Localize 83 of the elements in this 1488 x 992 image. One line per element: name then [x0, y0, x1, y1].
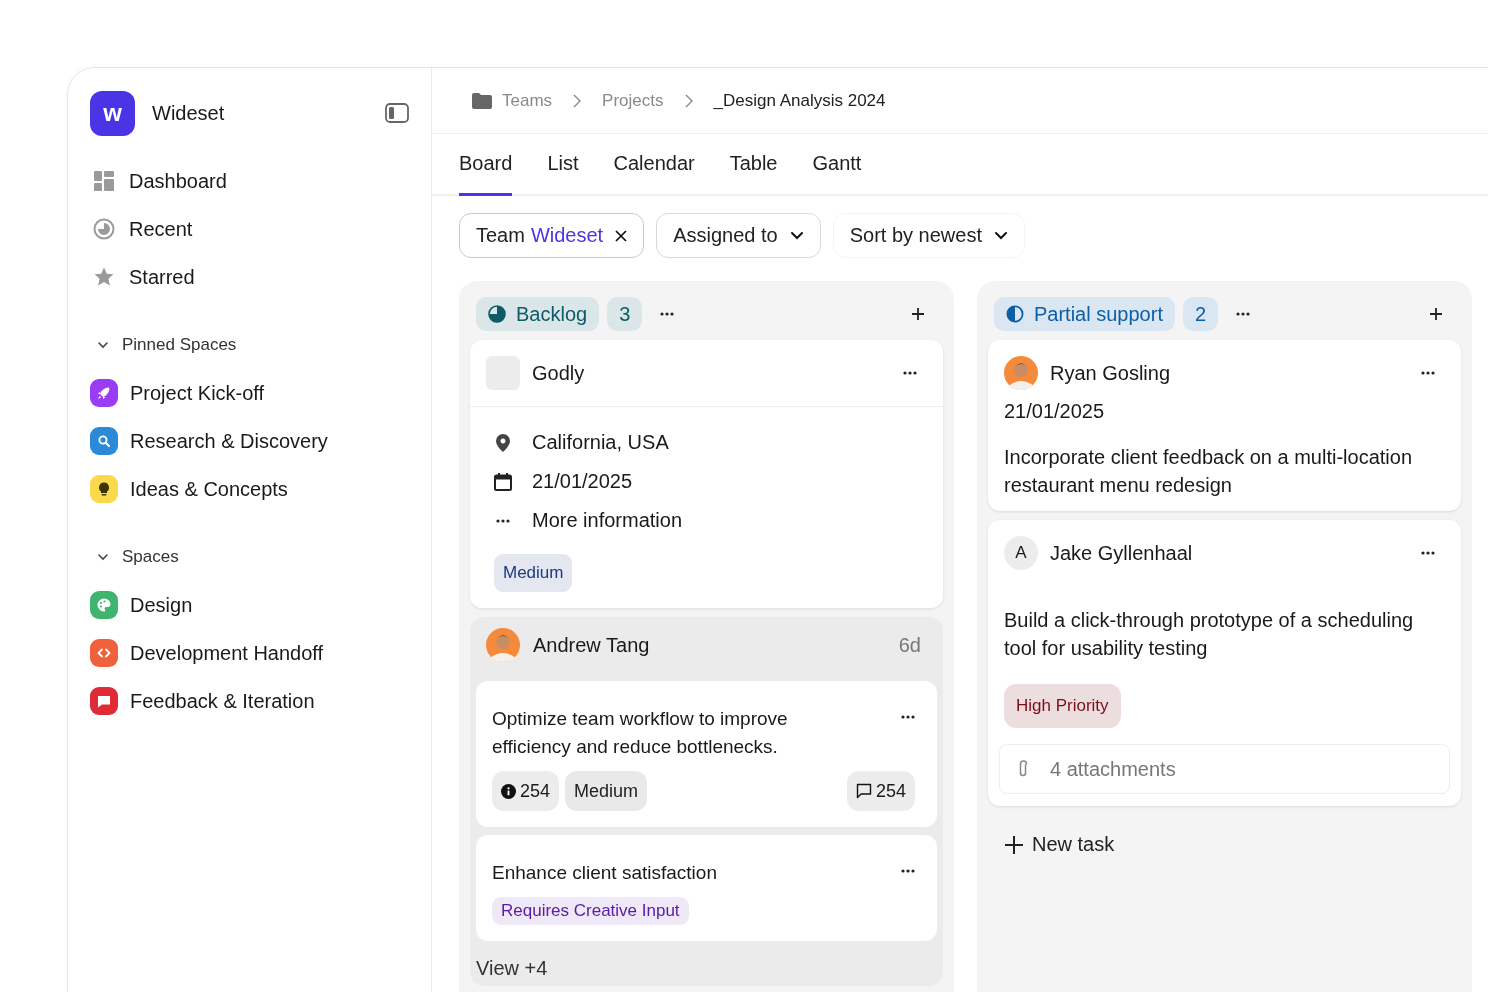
more-icon[interactable]	[660, 312, 675, 316]
add-icon[interactable]	[1429, 307, 1443, 321]
dashboard-icon	[93, 171, 115, 191]
more-icon[interactable]	[903, 371, 917, 375]
status-label: Backlog	[476, 297, 600, 331]
view-tab[interactable]: Gantt	[812, 134, 862, 196]
more-icon[interactable]	[1421, 371, 1435, 375]
half-circle-icon	[1006, 305, 1024, 323]
priority-tag: Medium	[494, 554, 573, 592]
comment-icon	[855, 783, 872, 799]
close-icon[interactable]	[615, 229, 628, 242]
age-label: 6d	[898, 633, 921, 657]
sidebar-toggle-icon[interactable]	[385, 103, 409, 123]
task-description: Build a click-through prototype of a scheduling tool for usability testing	[1004, 608, 1415, 661]
section-toggle[interactable]: Pinned Spaces	[90, 321, 409, 369]
task-title: Enhance client satisfaction	[492, 861, 717, 885]
status-label: Partial support	[994, 297, 1175, 331]
nav-item[interactable]: Recent	[90, 205, 409, 253]
detail-text: 21/01/2025	[532, 470, 633, 493]
comment-count: 254	[846, 771, 915, 811]
info-icon	[501, 783, 516, 799]
plus-icon	[1004, 834, 1024, 855]
breadcrumb-link[interactable]: _Design Analysis 2024	[713, 90, 886, 111]
pin-icon	[494, 433, 512, 452]
due-date: 21/01/2025	[1003, 400, 1106, 423]
space-item[interactable]: Research & Discovery	[90, 417, 409, 465]
space-item[interactable]: Design	[90, 581, 409, 629]
task-card[interactable]: Optimize team workflow to improve efficiency and reduce bottlenecks. 254 Medium 254	[476, 681, 937, 827]
attachments-bar[interactable]: 4 attachments	[999, 744, 1450, 794]
view-tab[interactable]: Calendar	[613, 134, 695, 196]
avatar: A	[1004, 536, 1038, 570]
view-tab[interactable]: Table	[729, 134, 778, 196]
space-item[interactable]: Feedback & Iteration	[90, 677, 409, 725]
task-card[interactable]: A Jake Gyllenhaal Build a click-through prototype of a scheduling tool for usability testing High Priority 4 attachments	[988, 520, 1461, 806]
more-icon[interactable]	[1421, 551, 1435, 555]
sort-dropdown[interactable]: Sort by newest	[832, 213, 1025, 258]
filter-chip[interactable]: Team Wideset	[459, 213, 645, 258]
new-task-button[interactable]: New task	[988, 815, 1131, 874]
filter-dropdown[interactable]: Assigned to	[656, 213, 821, 258]
chevron-right-icon	[683, 92, 694, 109]
count-badge: 2	[1182, 297, 1219, 331]
folder-icon	[472, 92, 492, 109]
chevron-down-icon	[993, 230, 1008, 241]
count-badge: 3	[607, 297, 643, 331]
task-card[interactable]: Enhance client satisfaction Requires Creative Input	[476, 835, 937, 941]
assignee-name: Andrew Tang	[533, 633, 650, 657]
task-description: Incorporate client feedback on a multi-location restaurant menu redesign	[1004, 445, 1413, 498]
space-item[interactable]: Project Kick-off	[90, 369, 409, 417]
info-count: 254	[492, 771, 560, 811]
view-tab[interactable]: Board	[459, 134, 513, 196]
task-tag: Medium	[565, 771, 648, 811]
nav-item[interactable]: Dashboard	[90, 157, 409, 205]
more-icon[interactable]	[494, 518, 512, 523]
clock-icon	[93, 218, 115, 240]
chevron-right-icon	[572, 92, 583, 109]
more-icon[interactable]	[901, 715, 915, 719]
section-toggle[interactable]: Spaces	[90, 533, 409, 581]
paperclip-icon	[1018, 760, 1028, 778]
pie-icon	[488, 305, 506, 323]
logo: w	[90, 90, 135, 136]
attachments-count: 4 attachments	[1050, 757, 1176, 781]
add-icon[interactable]	[911, 307, 925, 321]
assignee-name: Ryan Gosling	[1050, 361, 1171, 385]
view-more-link[interactable]: View +4	[476, 949, 937, 980]
detail-text: California, USA	[532, 431, 669, 454]
view-tab[interactable]: List	[547, 134, 579, 196]
brand-name: Wideset	[152, 101, 226, 125]
assignee-name: Jake Gyllenhaal	[1050, 541, 1193, 565]
more-icon[interactable]	[901, 869, 915, 873]
task-title: Optimize team workflow to improve efficiency and reduce bottlenecks.	[492, 707, 789, 759]
task-tag: Requires Creative Input	[492, 897, 689, 925]
chevron-down-icon	[789, 230, 804, 241]
space-item[interactable]: Ideas & Concepts	[90, 465, 409, 513]
calendar-icon	[494, 472, 512, 491]
more-icon[interactable]	[1236, 312, 1251, 316]
space-item[interactable]: Development Handoff	[90, 629, 409, 677]
task-card[interactable]: Godly California, USA 21/01/2025 More information Medium	[470, 340, 943, 608]
nav-item[interactable]: Starred	[90, 253, 409, 301]
company-name: Godly	[532, 361, 585, 385]
priority-tag: High Priority	[1004, 684, 1121, 728]
star-icon	[93, 266, 115, 288]
detail-text: More information	[532, 509, 683, 532]
task-card[interactable]: Ryan Gosling 21/01/2025 Incorporate client feedback on a multi-location restaurant menu redesign	[988, 340, 1461, 511]
